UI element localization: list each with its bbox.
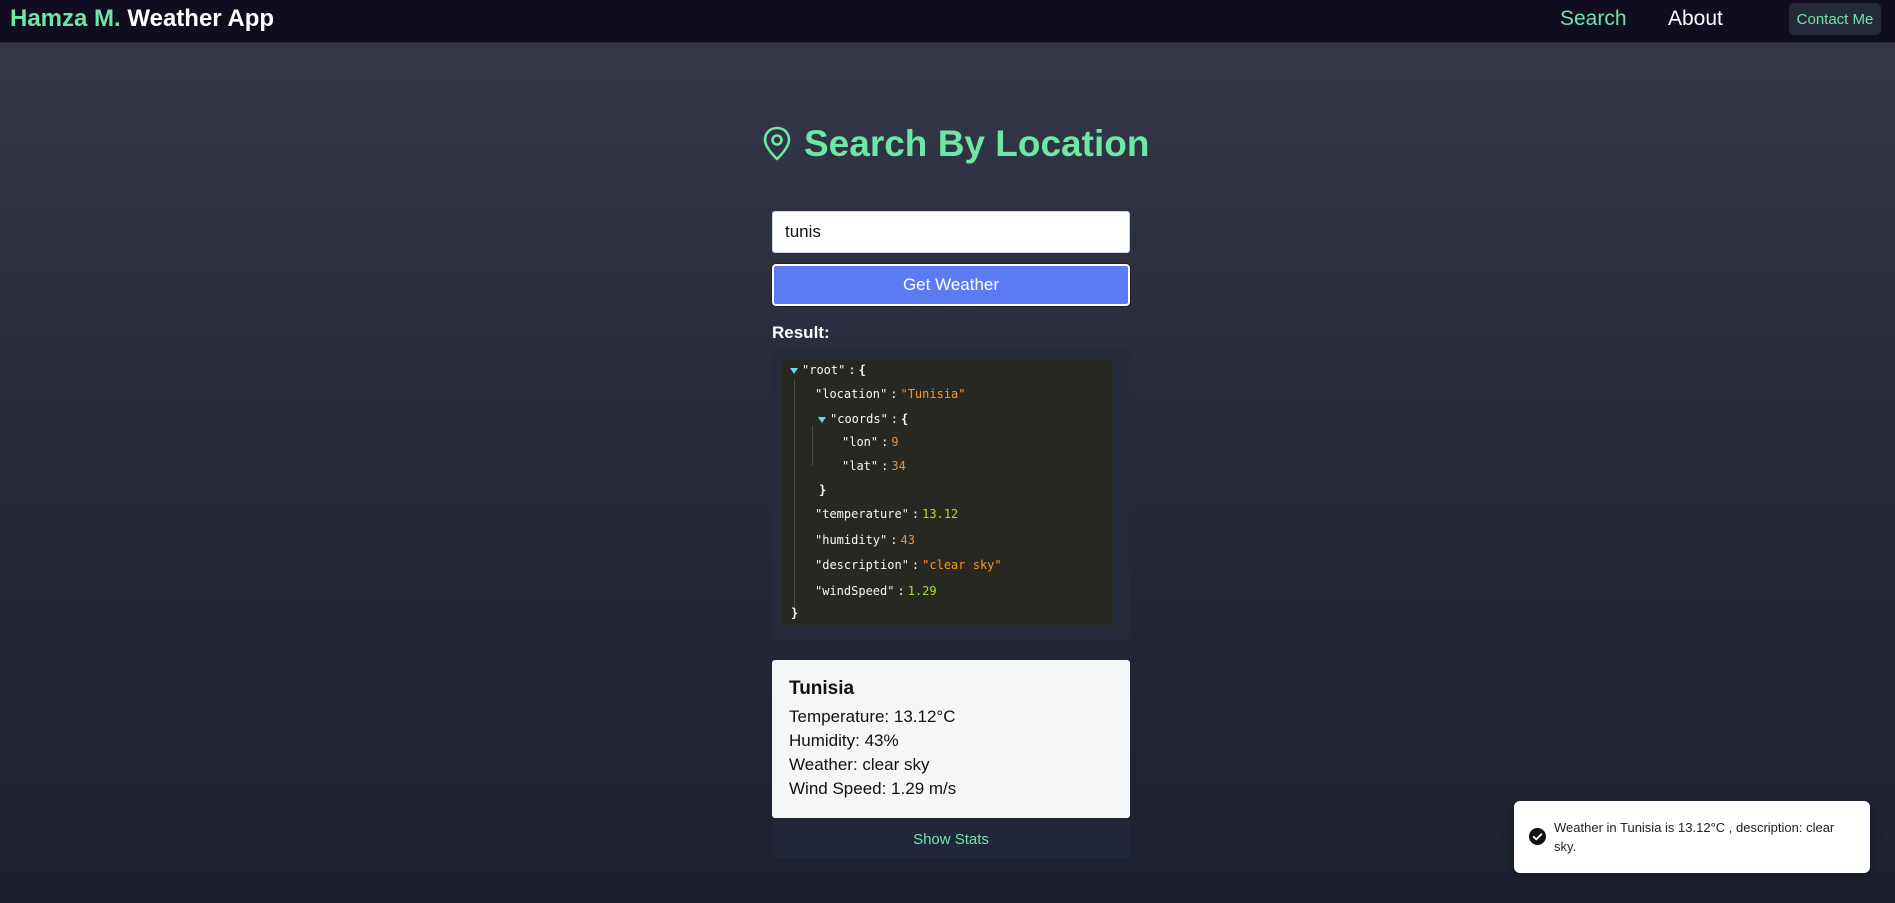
- contact-me-button[interactable]: Contact Me: [1789, 3, 1881, 35]
- navbar: Hamza M. Weather App Search About Contac…: [0, 0, 1895, 43]
- json-coords-close: }: [819, 483, 827, 497]
- location-search-input[interactable]: [772, 211, 1130, 253]
- json-line-description: "description": "clear sky": [815, 558, 1002, 572]
- show-stats-button[interactable]: Show Stats: [913, 831, 989, 848]
- nav-link-about[interactable]: About: [1668, 7, 1723, 31]
- check-circle-icon: [1529, 828, 1546, 845]
- get-weather-button[interactable]: Get Weather: [772, 264, 1130, 306]
- json-line-humidity: "humidity":43: [815, 533, 915, 547]
- json-coords-line[interactable]: "coords":{: [818, 411, 908, 427]
- brand-logo[interactable]: Hamza M. Weather App: [10, 5, 274, 33]
- collapse-triangle-icon[interactable]: [818, 416, 826, 423]
- page-title: Search By Location: [804, 123, 1150, 164]
- weather-wind-speed: Wind Speed: 1.29 m/s: [789, 779, 957, 798]
- tree-guide-line: [812, 426, 813, 466]
- weather-description: Weather: clear sky: [789, 755, 930, 774]
- result-label: Result:: [772, 323, 830, 342]
- nav-link-search[interactable]: Search: [1560, 7, 1627, 31]
- json-line-lon: "lon":9: [842, 435, 899, 449]
- toast-message: Weather in Tunisia is 13.12°C , descript…: [1554, 820, 1835, 854]
- weather-humidity: Humidity: 43%: [789, 731, 899, 750]
- map-pin-icon: [763, 126, 791, 161]
- weather-card: Tunisia Temperature: 13.12°C Humidity: 4…: [772, 660, 1130, 818]
- json-line-lat: "lat":34: [842, 459, 906, 473]
- json-root-close: }: [791, 606, 799, 620]
- json-line-location: "location": "Tunisia": [815, 387, 966, 401]
- weather-temperature: Temperature: 13.12°C: [789, 707, 956, 726]
- tree-guide-line: [794, 379, 795, 607]
- stats-bar: Show Stats: [772, 820, 1130, 858]
- brand-name: Hamza M.: [10, 5, 121, 32]
- collapse-triangle-icon[interactable]: [790, 367, 798, 374]
- json-line-windspeed: "windSpeed":1.29: [815, 584, 937, 598]
- json-line-temperature: "temperature":13.12: [815, 507, 959, 521]
- brand-app-title: Weather App: [127, 5, 275, 32]
- json-viewer: "root":{ "location": "Tunisia" "coords":{…: [782, 360, 1113, 625]
- weather-location: Tunisia: [789, 678, 855, 699]
- toast-notification[interactable]: Weather in Tunisia is 13.12°C , descript…: [1514, 801, 1870, 873]
- json-root-line[interactable]: "root":{: [790, 362, 866, 378]
- page-heading: Search By Location: [762, 120, 1149, 168]
